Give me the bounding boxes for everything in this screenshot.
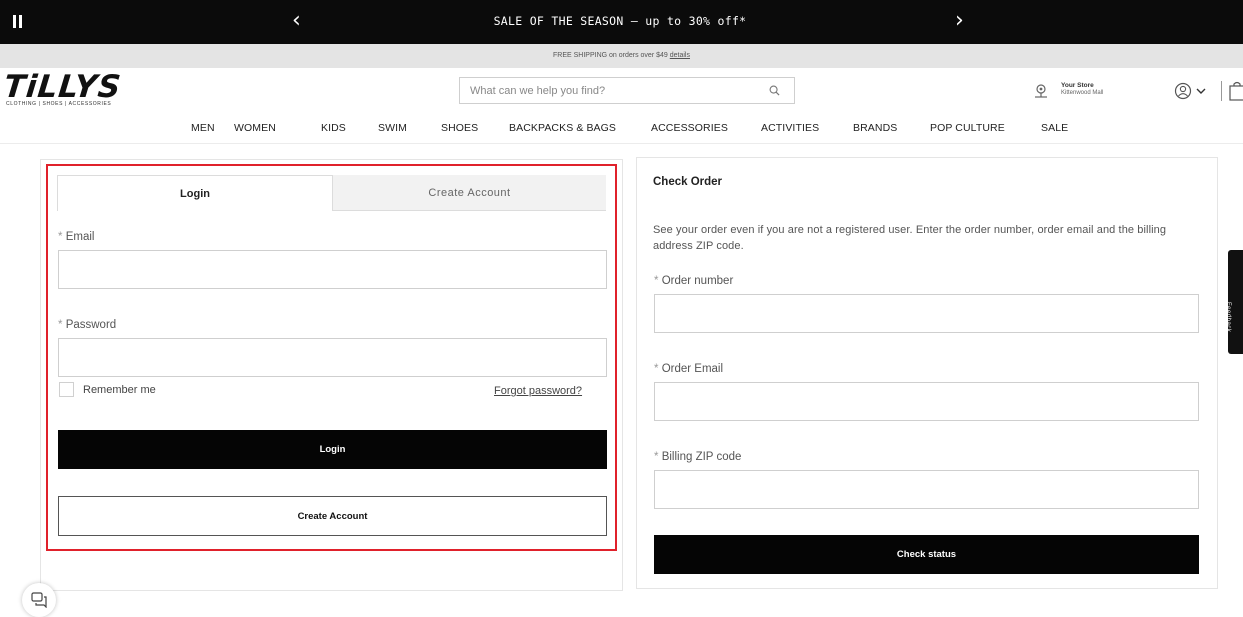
pause-icon[interactable] [13, 15, 23, 28]
email-label-text: Email [65, 231, 95, 243]
billing-zip-label: * Billing ZIP code [654, 451, 741, 463]
check-order-title: Check Order [653, 176, 723, 188]
billing-zip-label-text: Billing ZIP code [661, 451, 742, 463]
password-field-wrapper [58, 338, 607, 377]
shopping-bag-icon[interactable] [1229, 81, 1243, 101]
nav-item-backpacks-bags[interactable]: BACKPACKS & BAGS [509, 122, 616, 134]
nav-item-brands[interactable]: BRANDS [853, 122, 897, 134]
next-promo-arrow-icon[interactable]: › [955, 9, 964, 33]
header-divider [1221, 81, 1222, 101]
remember-me-checkbox[interactable] [59, 382, 74, 397]
tab-create-account[interactable]: Create Account [333, 175, 606, 211]
check-status-button[interactable]: Check status [654, 535, 1199, 574]
required-mark: * [654, 275, 659, 287]
nav-item-men[interactable]: MEN [191, 122, 215, 134]
required-mark: * [58, 231, 63, 243]
nav-item-swim[interactable]: SWIM [378, 122, 407, 134]
check-order-description: See your order even if you are not a reg… [653, 224, 1167, 252]
nav-item-women[interactable]: WOMEN [234, 122, 276, 134]
email-label: * Email [58, 231, 94, 243]
forgot-password-link[interactable]: Forgot password? [494, 385, 582, 397]
login-button[interactable]: Login [58, 430, 607, 469]
site-header: TiLLYS CLOTHING | SHOES | ACCESSORIES Yo… [0, 68, 1243, 114]
order-number-field-wrapper [654, 294, 1199, 333]
password-field[interactable] [59, 339, 606, 376]
nav-item-pop-culture[interactable]: POP CULTURE [930, 122, 1005, 134]
password-label-text: Password [65, 319, 117, 331]
prev-promo-arrow-icon[interactable]: ‹ [292, 9, 301, 33]
nav-item-sale[interactable]: SALE [1041, 122, 1068, 134]
your-store[interactable]: Your Store Kittenwood Mall [1033, 81, 1128, 103]
shipping-details-link[interactable]: details [670, 52, 690, 59]
chat-button[interactable] [22, 583, 56, 617]
order-number-label-text: Order number [661, 275, 734, 287]
required-mark: * [654, 451, 659, 463]
shipping-banner: FREE SHIPPING on orders over $49 details [0, 44, 1243, 68]
create-account-button[interactable]: Create Account [58, 496, 607, 536]
feedback-label: Feedback [1225, 302, 1231, 333]
tab-login[interactable]: Login [57, 175, 333, 211]
order-number-field[interactable] [655, 295, 1198, 332]
billing-zip-field-wrapper [654, 470, 1199, 509]
nav-item-shoes[interactable]: SHOES [441, 122, 478, 134]
feedback-tab[interactable]: Feedback [1225, 250, 1243, 354]
nav-item-accessories[interactable]: ACCESSORIES [651, 122, 728, 134]
store-label: Your Store [1061, 82, 1094, 89]
remember-me-label[interactable]: Remember me [83, 384, 156, 396]
password-label: * Password [58, 319, 116, 331]
required-mark: * [58, 319, 63, 331]
account-tabs: Login Create Account [57, 175, 606, 211]
tillys-logo[interactable]: TiLLYS CLOTHING | SHOES | ACCESSORIES [2, 69, 174, 111]
email-field[interactable] [59, 251, 606, 288]
account-icon[interactable] [1173, 80, 1213, 102]
order-email-field-wrapper [654, 382, 1199, 421]
search-input[interactable] [460, 78, 760, 103]
order-email-field[interactable] [655, 383, 1198, 420]
nav-item-activities[interactable]: ACTIVITIES [761, 122, 819, 134]
billing-zip-field[interactable] [655, 471, 1198, 508]
search-icon[interactable] [769, 85, 780, 96]
order-email-label-text: Order Email [661, 363, 724, 375]
store-name: Kittenwood Mall [1061, 90, 1104, 96]
promo-bar: ‹ SALE OF THE SEASON – up to 30% off* › [0, 0, 1243, 44]
order-email-label: * Order Email [654, 363, 723, 375]
nav-item-kids[interactable]: KIDS [321, 122, 346, 134]
order-number-label: * Order number [654, 275, 733, 287]
promo-message[interactable]: SALE OF THE SEASON – up to 30% off* [440, 14, 800, 28]
email-field-wrapper [58, 250, 607, 289]
logo-wordmark: TiLLYS [2, 69, 124, 105]
shipping-text: FREE SHIPPING on orders over $49 [553, 52, 668, 59]
chat-icon [31, 592, 47, 608]
required-mark: * [654, 363, 659, 375]
search-box [459, 77, 795, 104]
main-navigation: MEN WOMEN KIDS SWIM SHOES BACKPACKS & BA… [0, 114, 1243, 144]
store-icon [1035, 84, 1047, 98]
